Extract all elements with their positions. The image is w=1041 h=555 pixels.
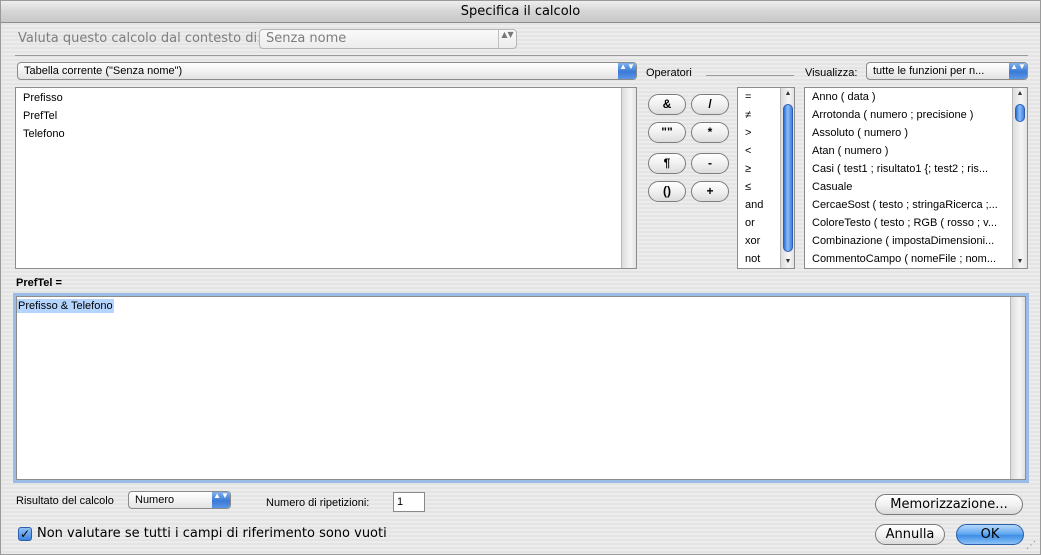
context-value: Senza nome — [266, 31, 347, 46]
context-popup[interactable]: Senza nome ▲▼ — [259, 29, 517, 49]
operator-button-pilcrow[interactable]: ¶ — [648, 153, 686, 174]
view-label: Visualizza: — [805, 67, 858, 79]
view-popup-value: tutte le funzioni per n... — [873, 65, 985, 77]
skip-empty-checkbox[interactable]: ✓ — [18, 527, 32, 541]
fields-scrollbar[interactable] — [621, 88, 636, 268]
function-list-item[interactable]: Anno ( data ) — [805, 88, 1012, 106]
formula-editor[interactable]: Prefisso & Telefono — [16, 296, 1026, 480]
functions-list[interactable]: Anno ( data ) Arrotonda ( numero ; precis… — [804, 87, 1028, 269]
field-list-item[interactable]: Prefisso — [16, 89, 636, 107]
operator-button-concat[interactable]: & — [648, 94, 686, 115]
fields-list[interactable]: Prefisso PrefTel Telefono — [15, 87, 637, 269]
table-popup-value: Tabella corrente ("Senza nome") — [24, 65, 183, 77]
window-title: Specifica il calcolo — [1, 1, 1040, 23]
skip-empty-label: Non valutare se tutti i campi di riferim… — [37, 526, 387, 541]
functions-scrollbar[interactable]: ▲ ▼ — [1012, 88, 1027, 268]
ok-button[interactable]: OK — [956, 524, 1024, 545]
operators-scrollbar[interactable]: ▲ ▼ — [780, 88, 794, 268]
cancel-button[interactable]: Annulla — [875, 524, 945, 545]
updown-arrows-icon: ▲▼ — [618, 63, 636, 79]
repetitions-label: Numero di ripetizioni: — [266, 497, 370, 509]
repetitions-input[interactable]: 1 — [393, 492, 425, 512]
field-list-item[interactable]: PrefTel — [16, 107, 636, 125]
scroll-thumb[interactable] — [783, 104, 793, 252]
function-list-item[interactable]: CommentoCampo ( nomeFile ; nom... — [805, 250, 1012, 268]
updown-arrows-icon: ▲▼ — [1009, 63, 1027, 79]
operator-button-plus[interactable]: + — [691, 181, 729, 202]
updown-arrows-icon: ▲▼ — [212, 492, 230, 508]
function-list-item[interactable]: Casi ( test1 ; risultato1 {; test2 ; ris… — [805, 160, 1012, 178]
function-list-item[interactable]: Assoluto ( numero ) — [805, 124, 1012, 142]
scroll-up-arrow-icon[interactable]: ▲ — [1013, 88, 1027, 100]
result-value: Numero — [135, 494, 175, 506]
operator-button-parens[interactable]: () — [648, 181, 686, 202]
function-list-item[interactable]: Arrotonda ( numero ; precisione ) — [805, 106, 1012, 124]
operator-button-divide[interactable]: / — [691, 94, 729, 115]
operator-button-multiply[interactable]: * — [691, 122, 729, 143]
calculation-dialog: Specifica il calcolo Valuta questo calco… — [0, 0, 1041, 555]
result-label: Risultato del calcolo — [16, 495, 114, 507]
view-popup[interactable]: tutte le funzioni per n... ▲▼ — [866, 62, 1028, 80]
function-list-item[interactable]: ColoreTesto ( testo ; RGB ( rosso ; v... — [805, 214, 1012, 232]
operators-list[interactable]: = ≠ > < ≥ ≤ and or xor not ▲ ▼ — [737, 87, 795, 269]
context-label: Valuta questo calcolo dal contesto di: — [18, 31, 262, 46]
function-list-item[interactable]: CercaeSost ( testo ; stringaRicerca ;... — [805, 196, 1012, 214]
scroll-up-arrow-icon[interactable]: ▲ — [781, 88, 794, 100]
operators-separator — [706, 75, 794, 76]
resize-grip-icon[interactable]: ⋰ — [1026, 540, 1038, 552]
field-list-item[interactable]: Telefono — [16, 125, 636, 143]
scroll-down-arrow-icon[interactable]: ▼ — [1013, 256, 1027, 268]
operator-button-quotes[interactable]: "" — [648, 122, 686, 143]
formula-text: Prefisso & Telefono — [17, 299, 114, 313]
operators-label: Operatori — [646, 67, 692, 79]
function-list-item[interactable]: Combinazione ( impostaDimensioni... — [805, 232, 1012, 250]
scroll-thumb[interactable] — [1015, 104, 1025, 122]
separator — [15, 55, 1028, 56]
updown-arrows-icon: ▲▼ — [498, 30, 516, 48]
result-popup[interactable]: Numero ▲▼ — [128, 491, 231, 509]
table-popup[interactable]: Tabella corrente ("Senza nome") ▲▼ — [17, 62, 637, 80]
function-list-item[interactable]: Atan ( numero ) — [805, 142, 1012, 160]
scroll-down-arrow-icon[interactable]: ▼ — [781, 256, 794, 268]
operator-button-minus[interactable]: - — [691, 153, 729, 174]
formula-scrollbar[interactable] — [1010, 297, 1025, 479]
storage-button[interactable]: Memorizzazione... — [875, 494, 1023, 515]
formula-field-label: PrefTel = — [16, 277, 62, 289]
function-list-item[interactable]: Casuale — [805, 178, 1012, 196]
